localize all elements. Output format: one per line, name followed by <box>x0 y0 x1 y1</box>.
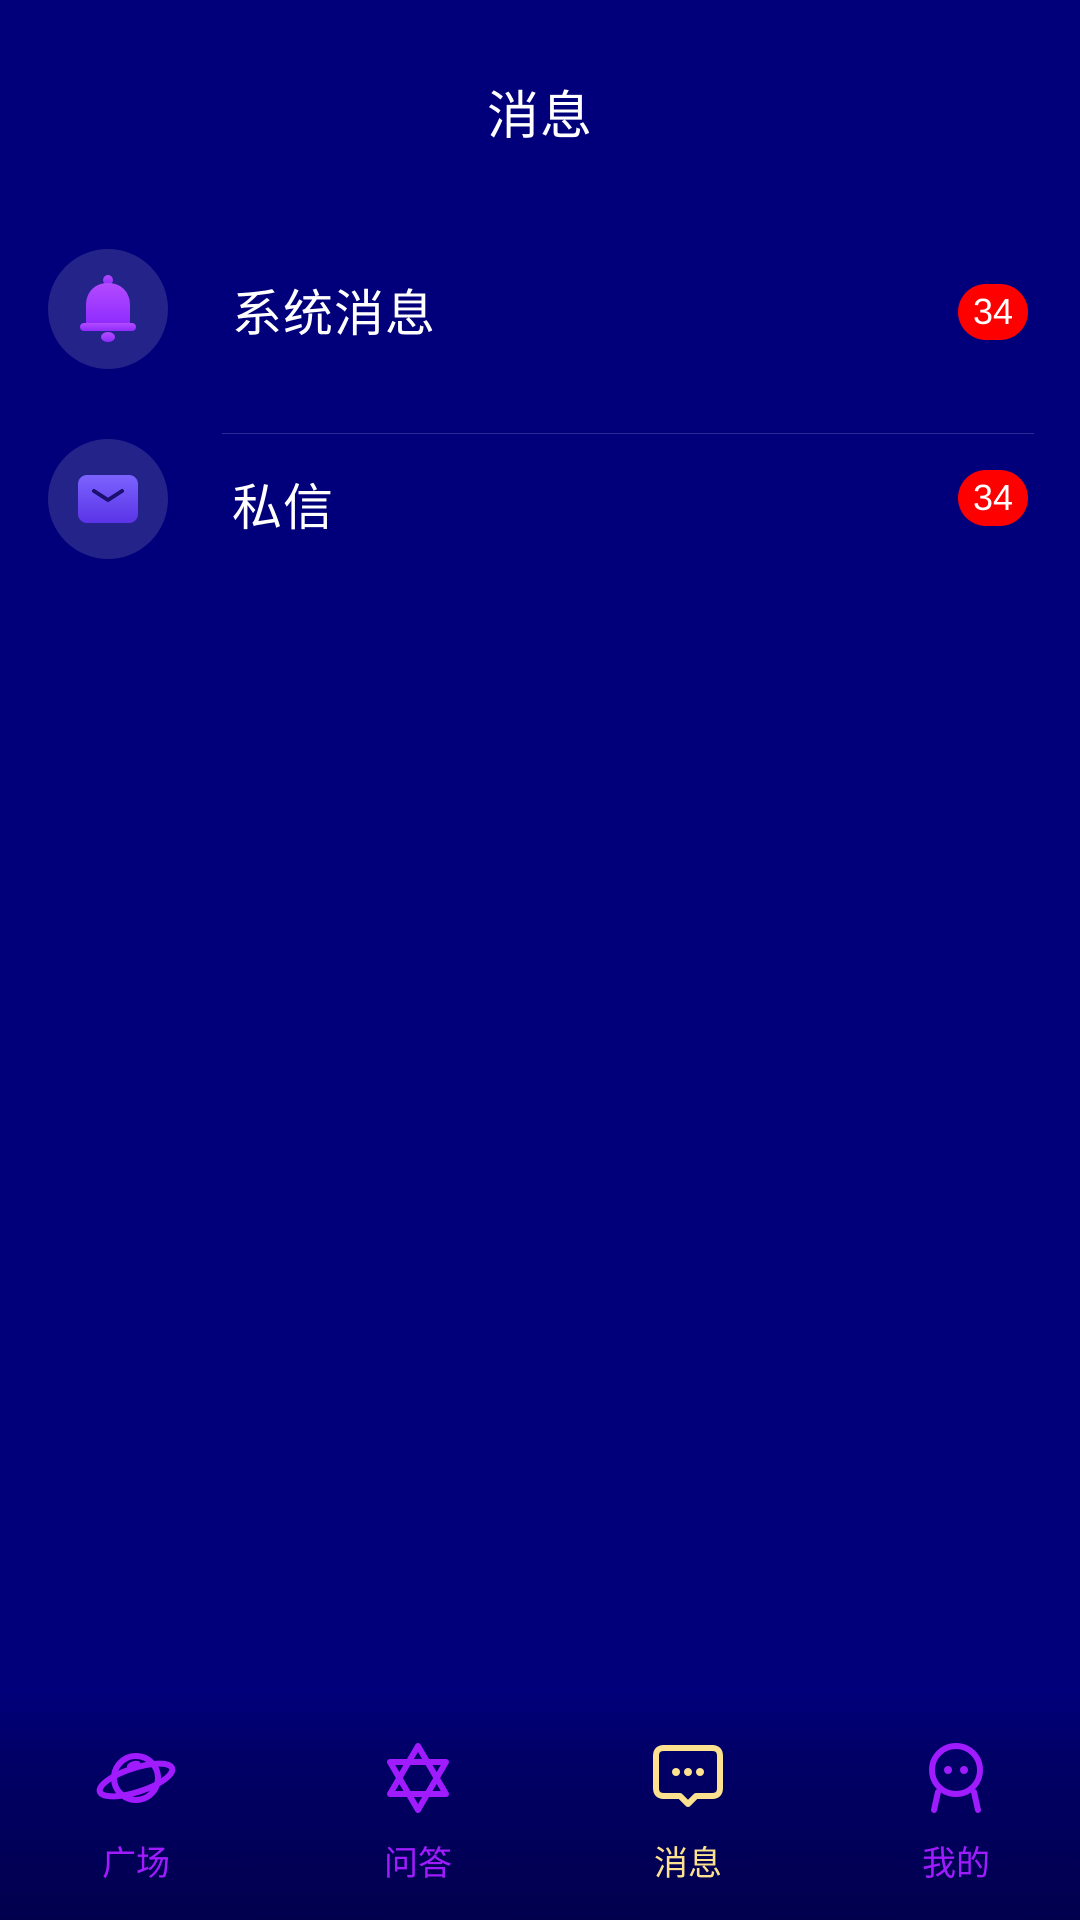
person-icon <box>929 1743 983 1813</box>
bell-icon <box>80 275 136 342</box>
tab-label: 广场 <box>102 1844 170 1884</box>
message-list: 系统消息 34 私信 34 <box>0 240 1080 628</box>
list-item-label: 系统消息 <box>232 285 436 343</box>
tab-label: 消息 <box>654 1844 722 1884</box>
tab-label: 我的 <box>922 1844 990 1884</box>
tab-qa[interactable]: 问答 <box>318 1690 518 1920</box>
bell-avatar <box>48 249 168 369</box>
tab-profile[interactable]: 我的 <box>856 1690 1056 1920</box>
unread-badge: 34 <box>958 284 1028 340</box>
tab-plaza[interactable]: 广场 <box>36 1690 236 1920</box>
unread-badge: 34 <box>958 470 1028 526</box>
list-item-label: 私信 <box>232 479 334 537</box>
bottom-tab-bar: 广场 问答 消息 我的 <box>0 1690 1080 1920</box>
list-item-private-messages[interactable]: 私信 34 <box>0 434 1080 628</box>
list-item-system-messages[interactable]: 系统消息 34 <box>0 240 1080 434</box>
star-of-david-icon <box>387 1743 449 1813</box>
tab-label: 问答 <box>384 1844 452 1884</box>
chat-bubble-icon <box>653 1745 723 1807</box>
mail-avatar <box>48 439 168 559</box>
tab-messages[interactable]: 消息 <box>588 1690 788 1920</box>
header: 消息 <box>0 0 1080 180</box>
page-title: 消息 <box>486 87 593 147</box>
planet-icon <box>96 1753 176 1803</box>
mail-icon <box>78 475 138 523</box>
